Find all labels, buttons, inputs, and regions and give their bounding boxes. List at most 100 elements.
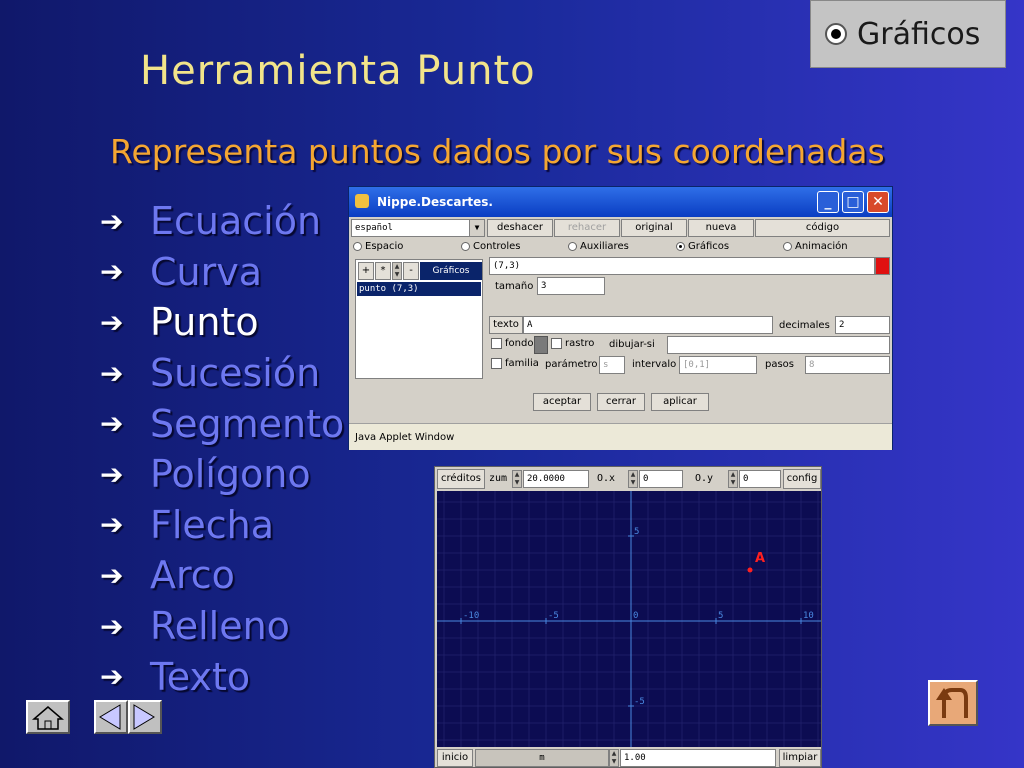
- return-button[interactable]: [928, 680, 978, 726]
- arrow-right-icon: ➔: [100, 204, 124, 238]
- y-tick-label: 5: [634, 527, 639, 537]
- x-tick-label: -10: [463, 611, 479, 621]
- close-icon: ✕: [872, 194, 884, 210]
- parameter-label: parámetro: [545, 359, 598, 370]
- origin-y-stepper[interactable]: ▲ ▼: [728, 470, 738, 488]
- menu-item[interactable]: ➔ Arco: [100, 550, 350, 601]
- accept-button[interactable]: aceptar: [533, 393, 591, 411]
- text-button[interactable]: texto: [489, 316, 523, 334]
- origin-x-field[interactable]: 0: [639, 470, 683, 488]
- arrow-right-icon: ➔: [100, 407, 124, 441]
- checkbox-icon: [551, 338, 562, 349]
- decimals-field[interactable]: 2: [835, 316, 890, 334]
- menu-item-label: Flecha: [150, 502, 275, 547]
- interval-field[interactable]: [0,1]: [679, 356, 757, 374]
- start-button[interactable]: inicio: [437, 749, 473, 767]
- menu-item[interactable]: ➔ Texto: [100, 651, 350, 702]
- home-icon: [31, 706, 65, 730]
- plot-area[interactable]: -10 -5 0 5 10 5 -5 A: [437, 491, 821, 747]
- status-text: Java Applet Window: [355, 432, 455, 443]
- menu-item[interactable]: ➔ Relleno: [100, 601, 350, 652]
- trace-checkbox[interactable]: rastro: [551, 338, 594, 349]
- radio-selected-icon: [825, 23, 847, 45]
- zoom-label: zum: [489, 473, 508, 484]
- window-titlebar[interactable]: Nippe.Descartes. _ □ ✕: [349, 187, 892, 217]
- triangle-right-icon: [133, 704, 155, 730]
- expression-field[interactable]: (7,3): [489, 257, 875, 275]
- menu-item[interactable]: ➔ Flecha: [100, 500, 350, 551]
- new-button[interactable]: nueva: [688, 219, 754, 237]
- return-arrow-icon: [936, 688, 968, 718]
- tab-radio[interactable]: Gráficos: [676, 241, 729, 252]
- tab-radio[interactable]: Auxiliares: [568, 241, 629, 252]
- menu-item[interactable]: ➔ Punto: [100, 297, 350, 348]
- remove-graphic-button[interactable]: -: [403, 262, 419, 280]
- background-label: fondo: [505, 338, 534, 349]
- draw-if-field[interactable]: [667, 336, 890, 354]
- minimize-icon: _: [824, 194, 832, 210]
- checkbox-icon: [491, 358, 502, 369]
- add-graphic-button[interactable]: +: [358, 262, 374, 280]
- apply-button[interactable]: aplicar: [651, 393, 709, 411]
- checkbox-icon: [491, 338, 502, 349]
- original-button[interactable]: original: [621, 219, 687, 237]
- m-stepper[interactable]: ▲ ▼: [609, 749, 619, 767]
- arrow-right-icon: ➔: [100, 305, 124, 339]
- menu-item[interactable]: ➔ Polígono: [100, 449, 350, 500]
- maximize-button[interactable]: □: [842, 191, 864, 213]
- draw-if-label: dibujar-si: [609, 339, 655, 350]
- parameter-field[interactable]: s: [599, 356, 625, 374]
- redo-button[interactable]: rehacer: [554, 219, 620, 237]
- undo-button[interactable]: deshacer: [487, 219, 553, 237]
- slide-subtitle: Representa puntos dados por sus coordena…: [110, 132, 885, 171]
- size-field[interactable]: 3: [537, 277, 605, 295]
- expression-color-swatch[interactable]: [875, 257, 890, 275]
- home-button[interactable]: [26, 700, 70, 734]
- next-button[interactable]: [128, 700, 162, 734]
- minimize-button[interactable]: _: [817, 191, 839, 213]
- tab-label: Animación: [795, 241, 848, 252]
- config-button[interactable]: config: [783, 469, 821, 489]
- tool-menu: ➔ Ecuación ➔ Curva ➔ Punto ➔ Sucesión ➔ Segmento ➔…: [100, 196, 350, 702]
- clear-button[interactable]: limpiar: [779, 749, 821, 767]
- window-title: Nippe.Descartes.: [377, 195, 493, 209]
- duplicate-graphic-button[interactable]: *: [375, 262, 391, 280]
- move-graphic-stepper[interactable]: ▲ ▼: [392, 262, 402, 280]
- origin-x-stepper[interactable]: ▲ ▼: [628, 470, 638, 488]
- list-item[interactable]: punto (7,3): [357, 282, 481, 296]
- tab-label: Espacio: [365, 241, 404, 252]
- background-checkbox[interactable]: fondo: [491, 338, 533, 349]
- zoom-field[interactable]: 20.0000: [523, 470, 589, 488]
- slide-title: Herramienta Punto: [140, 48, 536, 94]
- close-window-button[interactable]: ✕: [867, 191, 889, 213]
- tab-radio[interactable]: Espacio: [353, 241, 403, 252]
- close-button[interactable]: cerrar: [597, 393, 645, 411]
- x-tick-label: 0: [633, 611, 638, 621]
- origin-y-field[interactable]: 0: [739, 470, 781, 488]
- menu-item[interactable]: ➔ Curva: [100, 247, 350, 298]
- menu-item[interactable]: ➔ Sucesión: [100, 348, 350, 399]
- tab-label: Controles: [473, 241, 521, 252]
- m-field[interactable]: 1.00: [620, 749, 776, 767]
- family-checkbox[interactable]: familia: [491, 358, 539, 369]
- radio-icon: [783, 242, 792, 251]
- chevron-down-icon[interactable]: ▼: [469, 220, 484, 236]
- x-tick-label: 5: [718, 611, 723, 621]
- code-button[interactable]: código: [755, 219, 890, 237]
- menu-item-label: Sucesión: [150, 351, 321, 396]
- plot-canvas[interactable]: -10 -5 0 5 10 5 -5 A: [437, 491, 821, 747]
- background-color-swatch[interactable]: [534, 336, 548, 354]
- steps-field[interactable]: 8: [805, 356, 890, 374]
- text-field[interactable]: A: [523, 316, 773, 334]
- language-value: español: [355, 223, 393, 233]
- menu-item[interactable]: ➔ Ecuación: [100, 196, 350, 247]
- zoom-stepper[interactable]: ▲ ▼: [512, 470, 522, 488]
- radio-icon: [676, 242, 685, 251]
- menu-item[interactable]: ➔ Segmento: [100, 398, 350, 449]
- tab-radio[interactable]: Animación: [783, 241, 848, 252]
- tab-radio[interactable]: Controles: [461, 241, 521, 252]
- arrow-right-icon: ➔: [100, 609, 124, 643]
- previous-button[interactable]: [94, 700, 128, 734]
- credits-button[interactable]: créditos: [437, 469, 485, 489]
- language-select[interactable]: español ▼: [351, 219, 485, 237]
